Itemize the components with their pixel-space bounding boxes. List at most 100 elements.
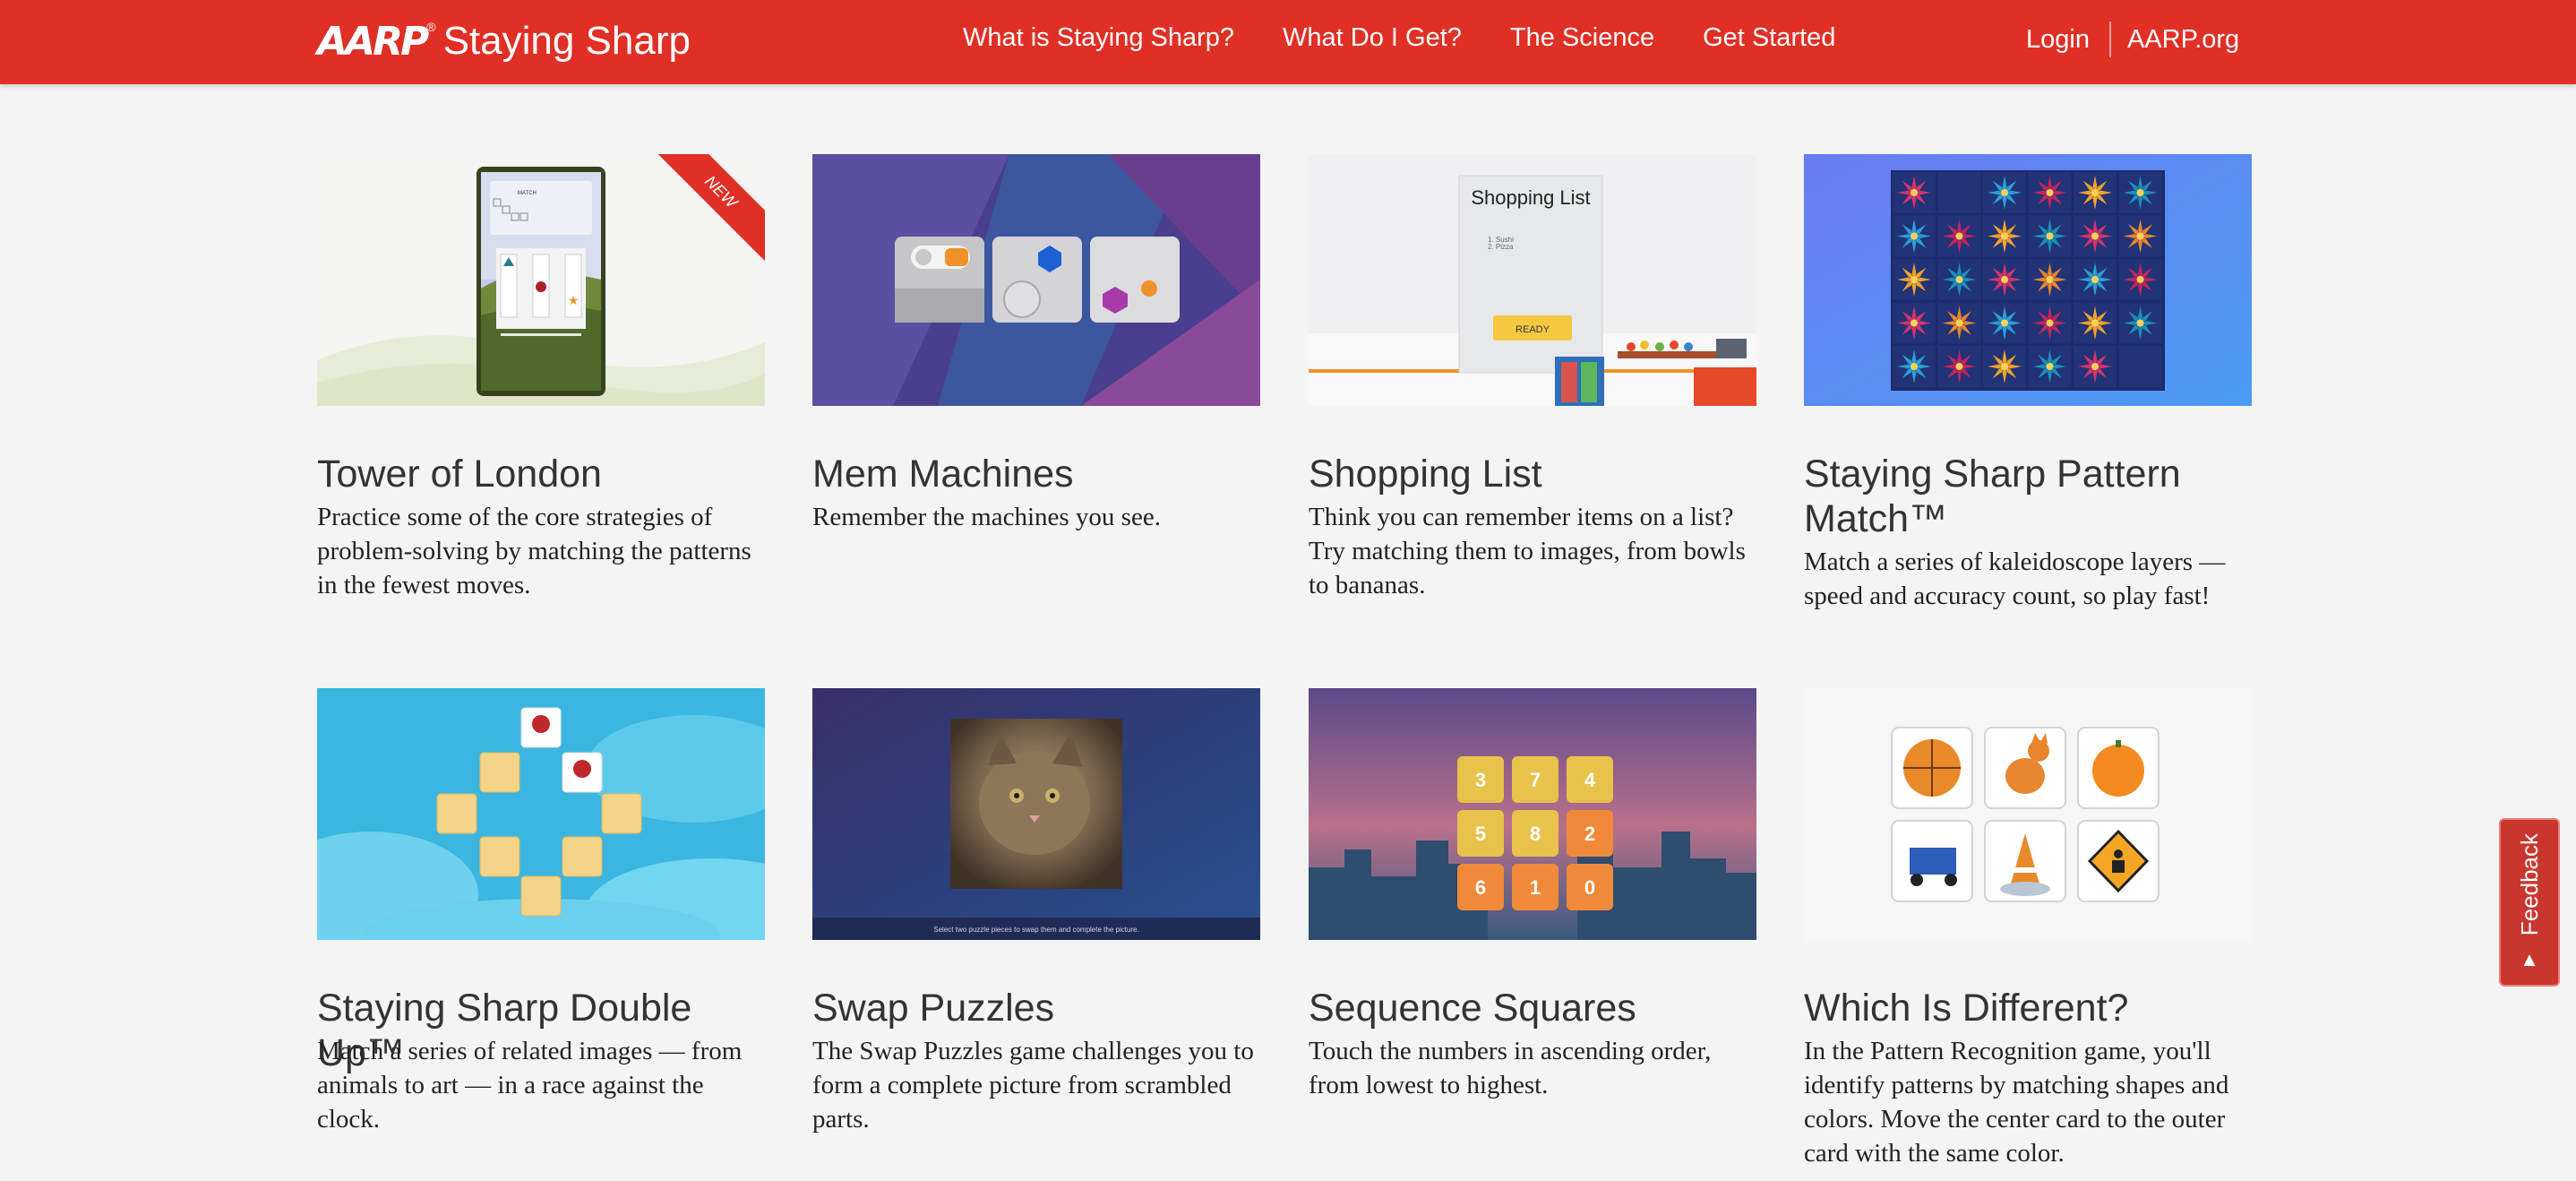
- which-is-different-thumbnail[interactable]: [1804, 688, 2252, 940]
- shopping-list-heading: Shopping List: [1471, 186, 1590, 209]
- kaleidoscope-center: [1911, 232, 1918, 240]
- mem-machines-thumbnail[interactable]: [812, 154, 1260, 406]
- sequence-tile-number: 7: [1530, 769, 1541, 791]
- kaleidoscope-center: [1911, 189, 1918, 196]
- svg-text:★: ★: [568, 293, 580, 307]
- game-title[interactable]: Shopping List: [1309, 452, 1756, 496]
- pattern-match-illustration: [1804, 154, 2252, 406]
- swap-caption: Select two puzzle pieces to swap them an…: [933, 926, 1138, 934]
- kaleidoscope-center: [2046, 363, 2054, 370]
- game-description: In the Pattern Recognition game, you'll …: [1804, 1037, 2229, 1168]
- kaleidoscope-center: [2046, 232, 2054, 240]
- game-card-pattern-match[interactable]: Staying Sharp Pattern Match™ Match a ser…: [1804, 154, 2252, 610]
- arrow-up-icon: ▲: [2520, 948, 2539, 971]
- kaleidoscope-center: [2001, 189, 2008, 196]
- game-card-double-up[interactable]: Staying Sharp Double Up™ Match a series …: [317, 688, 765, 1134]
- kaleidoscope-center: [2046, 189, 2054, 196]
- game-title[interactable]: Which Is Different?: [1804, 986, 2252, 1030]
- kaleidoscope-center: [1955, 363, 1963, 370]
- aarp-staying-sharp-logo[interactable]: AARP ® Staying Sharp: [317, 14, 691, 68]
- sequence-tile-number: 3: [1475, 769, 1486, 791]
- game-title[interactable]: Mem Machines: [812, 452, 1260, 496]
- kaleidoscope-center: [2136, 319, 2144, 327]
- pattern-tile: [2118, 346, 2162, 387]
- sequence-tile-number: 6: [1475, 876, 1486, 899]
- kaleidoscope-center: [2091, 276, 2099, 283]
- double-up-thumbnail[interactable]: [317, 688, 765, 940]
- sequence-tile-number: 4: [1584, 769, 1596, 791]
- kaleidoscope-center: [2001, 232, 2008, 240]
- game-card-shopping-list[interactable]: Shopping List 1. Sushi 2. Pizza READY Sh…: [1309, 154, 1756, 599]
- game-description: Remember the machines you see.: [812, 503, 1161, 531]
- game-card-mem-machines[interactable]: Mem Machines Remember the machines you s…: [812, 154, 1260, 531]
- sequence-squares-thumbnail[interactable]: 374582610: [1309, 688, 1756, 940]
- mem-machines-illustration: [812, 154, 1260, 406]
- game-title[interactable]: Tower of London: [317, 452, 765, 496]
- tower-match-text: MATCH: [518, 191, 537, 196]
- nav-what-is-staying-sharp[interactable]: What is Staying Sharp?: [963, 23, 1234, 53]
- tower-of-london-thumbnail[interactable]: MATCH ★ NEW: [317, 154, 765, 406]
- kaleidoscope-center: [2136, 276, 2144, 283]
- sequence-squares-illustration: 3 7 45 8 26 1 0: [1309, 688, 1756, 940]
- kaleidoscope-center: [2091, 189, 2099, 196]
- logo-product-name: Staying Sharp: [442, 19, 691, 63]
- sequence-tile-number: 8: [1530, 823, 1541, 845]
- shopping-list-illustration: Shopping List 1. Sushi 2. Pizza READY: [1309, 154, 1756, 406]
- kaleidoscope-center: [2001, 276, 2008, 283]
- game-description: Match a series of related images — from …: [317, 1037, 743, 1134]
- game-card-swap-puzzles[interactable]: Select two puzzle pieces to swap them an…: [812, 688, 1260, 1134]
- link-divider: [2108, 22, 2111, 57]
- logo-registered-mark: ®: [426, 20, 436, 34]
- nav-get-started[interactable]: Get Started: [1703, 23, 1835, 53]
- game-title[interactable]: Staying Sharp Pattern Match™: [1804, 452, 2252, 541]
- double-up-illustration: [317, 688, 765, 940]
- kaleidoscope-center: [1911, 276, 1918, 283]
- game-description: Think you can remember items on a list? …: [1309, 503, 1746, 599]
- kaleidoscope-center: [2091, 363, 2099, 370]
- nav-what-do-i-get[interactable]: What Do I Get?: [1283, 23, 1462, 53]
- kaleidoscope-center: [2046, 319, 2054, 327]
- game-card-sequence-squares[interactable]: 374582610 Sequence Squares Touch the num…: [1309, 688, 1756, 1099]
- aarp-org-link[interactable]: AARP.org: [2127, 25, 2239, 55]
- game-title[interactable]: Swap Puzzles: [812, 986, 1260, 1030]
- game-card-which-is-different[interactable]: Which Is Different? In the Pattern Recog…: [1804, 688, 2252, 1168]
- pattern-tile: [1937, 172, 1981, 213]
- game-description: The Swap Puzzles game challenges you to …: [812, 1037, 1254, 1134]
- kaleidoscope-center: [2136, 232, 2144, 240]
- kaleidoscope-center: [1955, 232, 1963, 240]
- sequence-tile-number: 1: [1530, 876, 1541, 899]
- kaleidoscope-center: [2001, 319, 2008, 327]
- main-nav: What is Staying Sharp? What Do I Get? Th…: [963, 23, 1835, 53]
- shopping-list-thumbnail[interactable]: Shopping List 1. Sushi 2. Pizza READY: [1309, 154, 1756, 406]
- kaleidoscope-center: [1911, 363, 1918, 370]
- pattern-match-thumbnail[interactable]: [1804, 154, 2252, 406]
- kaleidoscope-center: [1911, 319, 1918, 327]
- swap-puzzles-illustration: Select two puzzle pieces to swap them an…: [812, 688, 1260, 940]
- nav-the-science[interactable]: The Science: [1510, 23, 1654, 53]
- ready-button-text: READY: [1516, 324, 1550, 335]
- kaleidoscope-center: [2091, 232, 2099, 240]
- sequence-tile-number: 0: [1584, 876, 1595, 899]
- kaleidoscope-center: [1955, 276, 1963, 283]
- top-navigation-bar: AARP ® Staying Sharp What is Staying Sha…: [0, 0, 2576, 84]
- feedback-tab[interactable]: Feedback ▲: [2499, 818, 2560, 987]
- game-description: Practice some of the core strategies of …: [317, 503, 751, 599]
- sequence-tile-number: 5: [1475, 823, 1486, 845]
- which-is-different-illustration: [1804, 688, 2252, 940]
- kaleidoscope-center: [2001, 363, 2008, 370]
- kaleidoscope-center: [2046, 276, 2054, 283]
- kaleidoscope-center: [2136, 189, 2144, 196]
- sequence-tile-number: 2: [1584, 823, 1595, 845]
- feedback-label: Feedback: [2515, 832, 2543, 936]
- kaleidoscope-center: [1955, 319, 1963, 327]
- swap-puzzles-thumbnail[interactable]: Select two puzzle pieces to swap them an…: [812, 688, 1260, 940]
- logo-aarp-wordmark: AARP: [317, 18, 429, 65]
- game-description: Match a series of kaleidoscope layers — …: [1804, 547, 2226, 610]
- account-links: Login AARP.org: [2026, 22, 2239, 57]
- login-link[interactable]: Login: [2026, 25, 2090, 55]
- game-description: Touch the numbers in ascending order, fr…: [1309, 1037, 1712, 1099]
- game-card-tower-of-london[interactable]: MATCH ★ NEW Tower of London Practice som…: [317, 154, 765, 599]
- game-title[interactable]: Sequence Squares: [1309, 986, 1756, 1030]
- shopping-item-2: 2. Pizza: [1488, 243, 1514, 251]
- kaleidoscope-center: [2091, 319, 2099, 327]
